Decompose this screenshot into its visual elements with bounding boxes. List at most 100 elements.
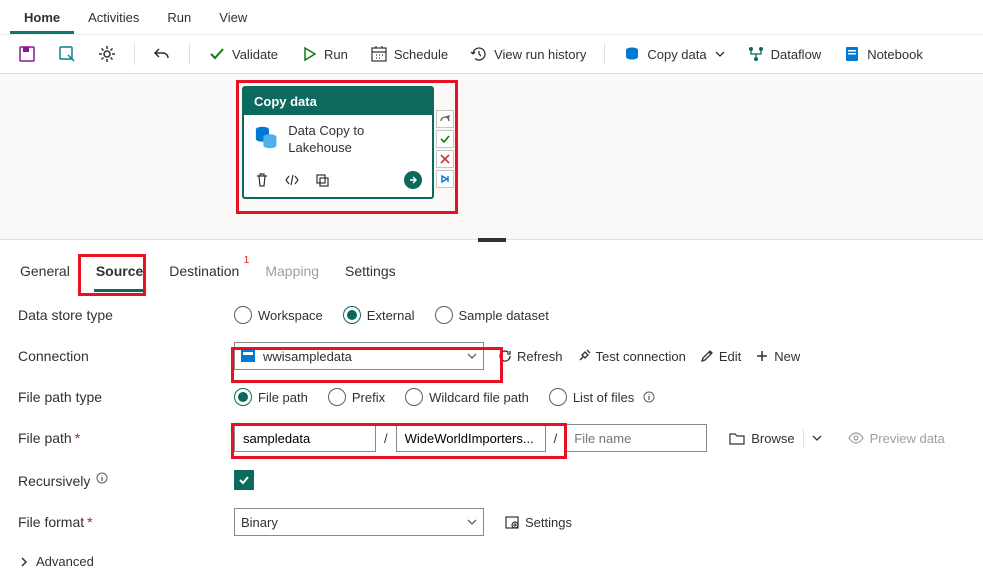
check-icon <box>208 45 226 63</box>
notebook-button[interactable]: Notebook <box>835 41 931 67</box>
ribbon-tab-run[interactable]: Run <box>153 4 205 34</box>
code-icon[interactable] <box>284 172 300 188</box>
row-recursively: Recursively <box>18 470 965 490</box>
radio-external-label: External <box>367 308 415 323</box>
tab-destination-label: Destination <box>169 263 239 279</box>
run-button[interactable]: Run <box>292 41 356 67</box>
edit-icon <box>700 349 714 363</box>
copy-data-button[interactable]: Copy data <box>615 41 732 67</box>
validate-button[interactable]: Validate <box>200 41 286 67</box>
toolbar-separator <box>189 43 190 65</box>
info-icon[interactable] <box>643 391 655 403</box>
view-run-history-label: View run history <box>494 47 586 62</box>
preview-label: Preview data <box>870 431 945 446</box>
preview-icon <box>848 432 864 444</box>
row-file-path-type: File path type File path Prefix Wildcard… <box>18 388 965 406</box>
browse-dropdown[interactable] <box>803 429 830 447</box>
undo-icon <box>153 45 171 63</box>
file-path-filename-input[interactable] <box>565 424 707 452</box>
highlight-box <box>231 423 567 459</box>
save-as-button[interactable] <box>50 41 84 67</box>
label-data-store-type: Data store type <box>18 307 234 323</box>
radio-list-of-files-label: List of files <box>573 390 634 405</box>
ribbon-tab-view[interactable]: View <box>205 4 261 34</box>
failure-status-icon[interactable] <box>436 150 454 168</box>
toolbar-separator <box>134 43 135 65</box>
radio-wildcard[interactable]: Wildcard file path <box>405 388 529 406</box>
radio-workspace-label: Workspace <box>258 308 323 323</box>
history-icon <box>470 45 488 63</box>
checkmark-icon <box>237 473 251 487</box>
gear-icon <box>98 45 116 63</box>
edit-label: Edit <box>719 349 741 364</box>
tab-warning-badge: 1 <box>244 255 250 266</box>
plus-icon <box>755 349 769 363</box>
tab-general[interactable]: General <box>18 257 72 289</box>
recursively-checkbox[interactable] <box>234 470 254 490</box>
new-label: New <box>774 349 800 364</box>
toolbar: Validate Run Schedule View run history C… <box>0 35 983 74</box>
radio-file-path[interactable]: File path <box>234 388 308 406</box>
validate-label: Validate <box>232 47 278 62</box>
highlight-box <box>78 254 146 296</box>
settings-icon <box>504 514 520 530</box>
new-connection-button[interactable]: New <box>755 349 800 364</box>
activity-status-icons <box>436 110 454 188</box>
label-file-format: File format* <box>18 514 234 530</box>
activity-card-copy-data[interactable]: Copy data Data Copy to Lakehouse <box>242 86 434 199</box>
file-format-settings-button[interactable]: Settings <box>504 514 572 530</box>
schedule-button[interactable]: Schedule <box>362 41 456 67</box>
dataflow-button[interactable]: Dataflow <box>739 41 830 67</box>
radio-external[interactable]: External <box>343 306 415 324</box>
advanced-toggle[interactable]: Advanced <box>18 554 965 569</box>
row-data-store-type: Data store type Workspace External Sampl… <box>18 306 965 324</box>
test-connection-icon <box>577 349 591 363</box>
browse-label: Browse <box>751 431 794 446</box>
label-connection: Connection <box>18 348 234 364</box>
advanced-label: Advanced <box>36 554 94 569</box>
refresh-button[interactable]: Refresh <box>498 349 563 364</box>
info-icon[interactable] <box>96 472 108 484</box>
edit-connection-button[interactable]: Edit <box>700 349 741 364</box>
radio-workspace[interactable]: Workspace <box>234 306 323 324</box>
notebook-icon <box>843 45 861 63</box>
chevron-down-icon <box>715 49 725 59</box>
radio-wildcard-label: Wildcard file path <box>429 390 529 405</box>
test-connection-button[interactable]: Test connection <box>577 349 686 364</box>
radio-sample-dataset-label: Sample dataset <box>459 308 549 323</box>
delete-icon[interactable] <box>254 172 270 188</box>
radio-list-of-files[interactable]: List of files <box>549 388 655 406</box>
save-as-icon <box>58 45 76 63</box>
success-status-icon[interactable] <box>436 130 454 148</box>
activity-card-footer <box>244 165 432 197</box>
radio-sample-dataset[interactable]: Sample dataset <box>435 306 549 324</box>
properties-tabs: General Source Destination1 Mapping Sett… <box>0 243 983 292</box>
radio-file-path-label: File path <box>258 390 308 405</box>
folder-icon <box>729 431 745 445</box>
undo-button[interactable] <box>145 41 179 67</box>
ribbon-tab-activities[interactable]: Activities <box>74 4 153 34</box>
radio-prefix-label: Prefix <box>352 390 385 405</box>
run-label: Run <box>324 47 348 62</box>
skip-status-icon[interactable] <box>436 170 454 188</box>
radio-prefix[interactable]: Prefix <box>328 388 385 406</box>
label-file-path: File path* <box>18 430 234 446</box>
settings-button[interactable] <box>90 41 124 67</box>
tab-settings[interactable]: Settings <box>343 257 398 289</box>
ribbon-tab-home[interactable]: Home <box>10 4 74 34</box>
pipeline-canvas[interactable]: Copy data Data Copy to Lakehouse <box>0 74 983 239</box>
tab-mapping[interactable]: Mapping <box>263 257 321 289</box>
save-icon <box>18 45 36 63</box>
save-button[interactable] <box>10 41 44 67</box>
notebook-label: Notebook <box>867 47 923 62</box>
browse-button[interactable]: Browse <box>721 427 802 450</box>
file-format-settings-label: Settings <box>525 515 572 530</box>
clone-icon[interactable] <box>314 172 330 188</box>
dataflow-icon <box>747 45 765 63</box>
file-format-dropdown[interactable]: Binary <box>234 508 484 536</box>
tab-destination[interactable]: Destination1 <box>167 257 241 289</box>
view-run-history-button[interactable]: View run history <box>462 41 594 67</box>
label-recursively: Recursively <box>18 472 234 489</box>
collapse-icon[interactable] <box>436 110 454 128</box>
activity-run-icon[interactable] <box>404 171 422 189</box>
